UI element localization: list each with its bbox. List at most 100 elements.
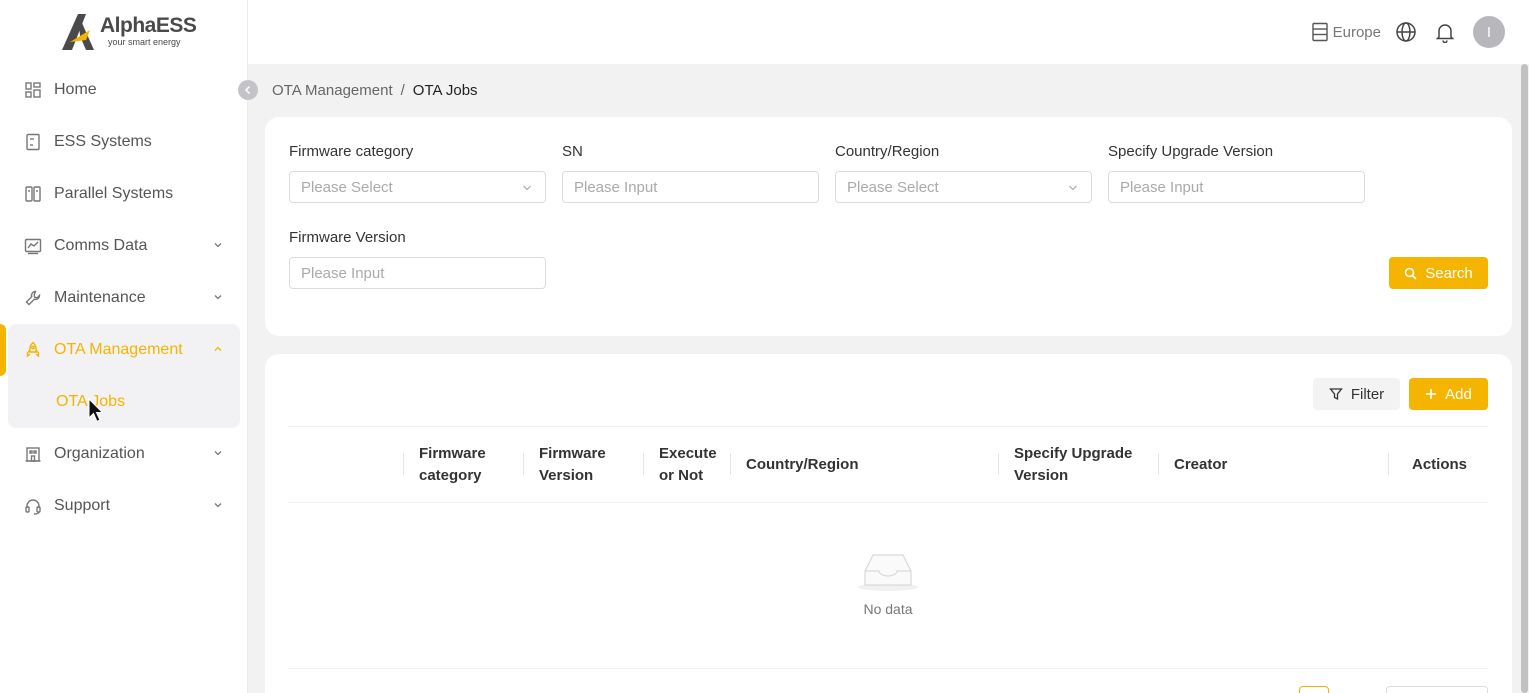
column-header-firmware-category[interactable]: Firmware category — [419, 443, 486, 487]
sidebar-item-label: Comms Data — [54, 237, 148, 254]
column-header-line: Version — [539, 467, 594, 484]
upgrade-version-label: Specify Upgrade Version — [1108, 143, 1274, 160]
sidebar-item-label: ESS Systems — [54, 133, 152, 150]
upgrade-version-input[interactable]: Please Input — [1108, 171, 1365, 203]
scrollbar-thumb[interactable] — [1521, 64, 1528, 693]
sidebar-collapse-button[interactable] — [238, 80, 258, 100]
avatar[interactable]: I — [1473, 16, 1505, 48]
breadcrumb: OTA Management / OTA Jobs — [272, 82, 478, 99]
region-label: Europe — [1332, 23, 1381, 41]
sidebar-item-maintenance[interactable]: Maintenance — [0, 272, 248, 324]
sidebar-item-parallel-systems[interactable]: Parallel Systems — [0, 168, 248, 220]
chevron-down-icon — [214, 503, 222, 508]
column-divider — [1158, 453, 1159, 475]
pagination-current-page[interactable] — [1299, 686, 1329, 693]
pagination-page-size-select[interactable] — [1386, 686, 1488, 693]
column-divider — [1388, 453, 1389, 475]
column-header-firmware-version[interactable]: Firmware Version — [539, 443, 606, 487]
firmware-category-placeholder: Please Select — [301, 178, 393, 196]
search-button[interactable]: Search — [1389, 257, 1488, 289]
chart-icon — [24, 237, 42, 255]
add-button[interactable]: Add — [1409, 378, 1488, 410]
sidebar: AlphaESS your smart energy Home ESS Syst… — [0, 0, 248, 693]
column-header-line: Specify Upgrade — [1014, 445, 1133, 462]
column-header-country-region[interactable]: Country/Region — [746, 454, 859, 476]
breadcrumb-parent[interactable]: OTA Management — [272, 82, 393, 99]
chevron-down-icon — [214, 243, 222, 248]
device-icon — [24, 133, 42, 151]
notifications-button[interactable] — [1434, 21, 1456, 43]
chevron-down-icon — [214, 451, 222, 456]
wrench-icon — [24, 289, 42, 307]
plus-icon — [1426, 389, 1437, 399]
firmware-version-label: Firmware Version — [289, 229, 406, 246]
chevron-left-icon — [244, 85, 251, 95]
column-header-creator[interactable]: Creator — [1174, 454, 1227, 476]
add-button-label: Add — [1445, 385, 1472, 403]
breadcrumb-current: OTA Jobs — [412, 82, 478, 99]
dashboard-icon — [24, 81, 42, 99]
search-button-label: Search — [1425, 264, 1473, 282]
country-region-placeholder: Please Select — [847, 178, 939, 196]
sidebar-item-home[interactable]: Home — [0, 64, 248, 116]
chevron-down-icon — [1069, 185, 1077, 191]
sidebar-item-ota-management[interactable]: OTA Management — [8, 324, 240, 376]
firmware-category-label: Firmware category — [289, 143, 414, 160]
funnel-icon — [1328, 388, 1343, 401]
column-header-line: or Not — [659, 467, 704, 484]
bell-icon — [1435, 24, 1455, 43]
empty-inbox-icon — [858, 554, 918, 591]
chevron-up-icon — [214, 346, 222, 351]
search-filter-card: Firmware category Please Select SN Pleas… — [265, 117, 1512, 336]
filter-button-label: Filter — [1350, 385, 1385, 403]
sidebar-item-organization[interactable]: Organization — [0, 428, 248, 480]
sidebar-item-support[interactable]: Support — [0, 480, 248, 532]
column-divider — [403, 453, 404, 475]
globe-icon — [1396, 22, 1416, 42]
sidebar-group-ota-management: OTA Management OTA Jobs — [0, 324, 240, 428]
language-button[interactable] — [1395, 21, 1417, 43]
region-selector[interactable]: Europe — [1311, 22, 1381, 42]
table-footer-divider — [288, 668, 1488, 669]
column-header-line: category — [419, 467, 482, 484]
headset-icon — [24, 497, 42, 515]
sidebar-item-label: Organization — [54, 445, 145, 462]
empty-state — [855, 549, 921, 598]
alphaess-logo[interactable]: AlphaESS your smart energy — [60, 12, 197, 52]
sidebar-subitem-ota-jobs[interactable]: OTA Jobs — [8, 376, 240, 428]
column-divider — [643, 453, 644, 475]
sidebar-item-label: Parallel Systems — [54, 185, 174, 202]
sn-input[interactable]: Please Input — [562, 171, 819, 203]
column-header-actions: Actions — [1412, 454, 1467, 476]
logo-mark-icon — [62, 14, 94, 50]
sidebar-item-ess-systems[interactable]: ESS Systems — [0, 116, 248, 168]
firmware-version-input[interactable]: Please Input — [289, 257, 546, 289]
sidebar-item-label: Home — [54, 81, 97, 98]
column-header-upgrade-version[interactable]: Specify Upgrade Version — [1014, 443, 1132, 487]
page-scrollbar[interactable] — [1520, 64, 1529, 693]
server-icon — [1311, 22, 1328, 42]
sidebar-item-comms-data[interactable]: Comms Data — [0, 220, 248, 272]
column-header-execute-or-not[interactable]: Execute or Not — [659, 443, 717, 487]
firmware-category-select[interactable]: Please Select — [289, 171, 546, 203]
parallel-icon — [24, 185, 42, 203]
chevron-down-icon — [523, 185, 531, 191]
logo-brand: AlphaESS — [100, 14, 197, 37]
country-region-label: Country/Region — [835, 143, 940, 160]
sidebar-item-label: OTA Management — [54, 341, 183, 358]
filter-button[interactable]: Filter — [1313, 378, 1400, 410]
column-header-line: Creator — [1174, 456, 1228, 473]
column-divider — [523, 453, 524, 475]
sidebar-item-label: Support — [54, 497, 111, 514]
sidebar-item-label: Maintenance — [54, 289, 146, 306]
column-header-line: Firmware — [539, 445, 606, 462]
sn-placeholder: Please Input — [574, 178, 658, 196]
empty-state-text: No data — [863, 601, 913, 617]
logo-tagline: your smart energy — [108, 37, 181, 47]
sn-label: SN — [562, 143, 583, 160]
rocket-icon — [24, 341, 42, 359]
country-region-select[interactable]: Please Select — [835, 171, 1092, 203]
column-header-line: Actions — [1412, 456, 1468, 473]
column-header-line: Version — [1014, 467, 1069, 484]
top-header: Europe I — [248, 0, 1529, 64]
